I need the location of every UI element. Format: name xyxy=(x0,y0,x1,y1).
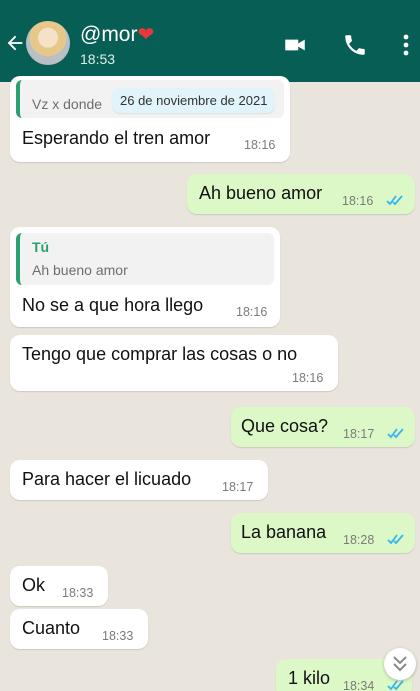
message-time: 18:28 xyxy=(343,533,375,547)
message-time: 18:16 xyxy=(292,371,324,385)
double-check-icon xyxy=(387,534,404,545)
message-text: Ah bueno amor xyxy=(199,183,323,203)
avatar[interactable] xyxy=(26,21,70,65)
message-bubble[interactable]: Tengo que comprar las cosas o no 18:16 xyxy=(10,335,338,391)
message-bubble[interactable]: Que cosa? 18:17 xyxy=(231,407,415,447)
message-bubble[interactable]: Para hacer el licuado 18:17 xyxy=(10,460,268,500)
chat-header: @mor❤ 18:53 xyxy=(0,6,420,82)
double-check-icon xyxy=(386,195,403,206)
more-options-icon[interactable] xyxy=(396,32,416,58)
double-check-icon xyxy=(387,428,404,439)
message-text: Cuanto xyxy=(22,618,81,638)
double-check-icon xyxy=(387,680,404,691)
back-arrow-icon[interactable] xyxy=(4,32,26,54)
message-time: 18:33 xyxy=(62,586,94,600)
message-bubble[interactable]: Tú Ah bueno amor No se a que hora llego … xyxy=(10,227,280,327)
message-time: 18:17 xyxy=(222,480,254,494)
quote-text: Vz x donde xyxy=(32,96,103,112)
video-call-icon[interactable] xyxy=(282,32,308,58)
message-text: Tengo que comprar las cosas o no xyxy=(22,344,298,364)
contact-name-text: @mor xyxy=(80,23,138,46)
message-text: Para hacer el licuado xyxy=(22,469,192,489)
message-text: La banana xyxy=(241,522,327,542)
message-text: Que cosa? xyxy=(241,416,329,436)
scroll-down-icon xyxy=(393,656,407,672)
message-text: Esperando el tren amor xyxy=(22,128,211,148)
message-bubble[interactable]: Ok 18:33 xyxy=(10,566,108,606)
quote-text: Ah bueno amor xyxy=(32,262,128,278)
date-pill: 26 de noviembre de 2021 xyxy=(112,88,276,113)
message-text: Ok xyxy=(22,575,46,595)
message-time: 18:16 xyxy=(244,138,276,152)
message-time: 18:34 xyxy=(343,679,375,691)
message-time: 18:33 xyxy=(102,629,134,643)
quoted-reply[interactable]: Tú Ah bueno amor xyxy=(16,233,274,285)
quote-author: Tú xyxy=(32,239,50,255)
message-text: No se a que hora llego xyxy=(22,295,204,315)
heart-icon: ❤ xyxy=(137,24,155,46)
message-bubble[interactable]: Ah bueno amor 18:16 xyxy=(187,174,415,214)
message-bubble[interactable]: Cuanto 18:33 xyxy=(10,609,148,649)
phone-icon[interactable] xyxy=(342,32,368,58)
message-time: 18:16 xyxy=(236,305,268,319)
message-text: 1 kilo xyxy=(288,668,331,688)
scroll-down-button[interactable] xyxy=(384,648,416,680)
message-bubble[interactable]: La banana 18:28 xyxy=(231,513,415,553)
message-time: 18:16 xyxy=(342,194,374,208)
message-time: 18:17 xyxy=(343,427,375,441)
contact-name[interactable]: @mor❤ xyxy=(80,22,154,47)
contact-status: 18:53 xyxy=(80,51,116,67)
chat-area[interactable]: Vz x donde Esperando el tren amor 18:16 … xyxy=(0,76,420,691)
